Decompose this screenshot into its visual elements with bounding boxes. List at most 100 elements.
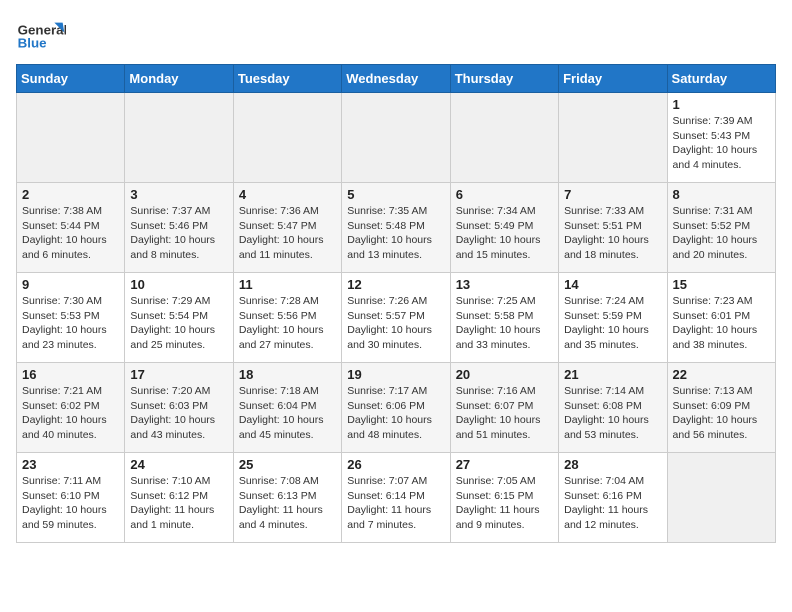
- day-info: Sunrise: 7:39 AM Sunset: 5:43 PM Dayligh…: [673, 114, 770, 173]
- day-number: 2: [22, 187, 119, 202]
- day-info: Sunrise: 7:30 AM Sunset: 5:53 PM Dayligh…: [22, 294, 119, 353]
- day-info: Sunrise: 7:14 AM Sunset: 6:08 PM Dayligh…: [564, 384, 661, 443]
- calendar-cell: 2 Sunrise: 7:38 AM Sunset: 5:44 PM Daylig…: [17, 183, 125, 273]
- day-number: 25: [239, 457, 336, 472]
- day-number: 9: [22, 277, 119, 292]
- day-number: 11: [239, 277, 336, 292]
- day-number: 4: [239, 187, 336, 202]
- day-number: 7: [564, 187, 661, 202]
- calendar-cell: 11 Sunrise: 7:28 AM Sunset: 5:56 PM Dayli…: [233, 273, 341, 363]
- day-info: Sunrise: 7:20 AM Sunset: 6:03 PM Dayligh…: [130, 384, 227, 443]
- calendar-cell: 7 Sunrise: 7:33 AM Sunset: 5:51 PM Daylig…: [559, 183, 667, 273]
- day-number: 17: [130, 367, 227, 382]
- svg-text:Blue: Blue: [18, 36, 47, 51]
- day-number: 10: [130, 277, 227, 292]
- calendar-cell: [342, 93, 450, 183]
- day-number: 14: [564, 277, 661, 292]
- calendar-cell: 9 Sunrise: 7:30 AM Sunset: 5:53 PM Daylig…: [17, 273, 125, 363]
- day-info: Sunrise: 7:05 AM Sunset: 6:15 PM Dayligh…: [456, 474, 553, 533]
- calendar-cell: 19 Sunrise: 7:17 AM Sunset: 6:06 PM Dayli…: [342, 363, 450, 453]
- calendar-body: 1 Sunrise: 7:39 AM Sunset: 5:43 PM Daylig…: [17, 93, 776, 543]
- weekday-header-friday: Friday: [559, 65, 667, 93]
- weekday-header-row: SundayMondayTuesdayWednesdayThursdayFrid…: [17, 65, 776, 93]
- calendar-week-4: 23 Sunrise: 7:11 AM Sunset: 6:10 PM Dayli…: [17, 453, 776, 543]
- weekday-header-saturday: Saturday: [667, 65, 775, 93]
- day-number: 1: [673, 97, 770, 112]
- calendar-header: SundayMondayTuesdayWednesdayThursdayFrid…: [17, 65, 776, 93]
- day-info: Sunrise: 7:21 AM Sunset: 6:02 PM Dayligh…: [22, 384, 119, 443]
- calendar-cell: 25 Sunrise: 7:08 AM Sunset: 6:13 PM Dayli…: [233, 453, 341, 543]
- day-number: 3: [130, 187, 227, 202]
- day-number: 8: [673, 187, 770, 202]
- day-number: 22: [673, 367, 770, 382]
- calendar-table: SundayMondayTuesdayWednesdayThursdayFrid…: [16, 64, 776, 543]
- calendar-cell: 20 Sunrise: 7:16 AM Sunset: 6:07 PM Dayli…: [450, 363, 558, 453]
- day-info: Sunrise: 7:33 AM Sunset: 5:51 PM Dayligh…: [564, 204, 661, 263]
- calendar-cell: 16 Sunrise: 7:21 AM Sunset: 6:02 PM Dayli…: [17, 363, 125, 453]
- day-info: Sunrise: 7:24 AM Sunset: 5:59 PM Dayligh…: [564, 294, 661, 353]
- calendar-cell: 4 Sunrise: 7:36 AM Sunset: 5:47 PM Daylig…: [233, 183, 341, 273]
- logo-svg: General Blue: [16, 16, 66, 56]
- day-info: Sunrise: 7:31 AM Sunset: 5:52 PM Dayligh…: [673, 204, 770, 263]
- day-number: 20: [456, 367, 553, 382]
- day-info: Sunrise: 7:08 AM Sunset: 6:13 PM Dayligh…: [239, 474, 336, 533]
- calendar-cell: [233, 93, 341, 183]
- day-info: Sunrise: 7:38 AM Sunset: 5:44 PM Dayligh…: [22, 204, 119, 263]
- day-info: Sunrise: 7:17 AM Sunset: 6:06 PM Dayligh…: [347, 384, 444, 443]
- calendar-cell: 14 Sunrise: 7:24 AM Sunset: 5:59 PM Dayli…: [559, 273, 667, 363]
- calendar-week-1: 2 Sunrise: 7:38 AM Sunset: 5:44 PM Daylig…: [17, 183, 776, 273]
- page-header: General Blue: [16, 16, 776, 56]
- day-number: 5: [347, 187, 444, 202]
- day-info: Sunrise: 7:13 AM Sunset: 6:09 PM Dayligh…: [673, 384, 770, 443]
- day-number: 19: [347, 367, 444, 382]
- day-info: Sunrise: 7:28 AM Sunset: 5:56 PM Dayligh…: [239, 294, 336, 353]
- day-number: 18: [239, 367, 336, 382]
- day-number: 21: [564, 367, 661, 382]
- calendar-cell: [559, 93, 667, 183]
- day-number: 26: [347, 457, 444, 472]
- day-info: Sunrise: 7:25 AM Sunset: 5:58 PM Dayligh…: [456, 294, 553, 353]
- calendar-cell: 18 Sunrise: 7:18 AM Sunset: 6:04 PM Dayli…: [233, 363, 341, 453]
- day-number: 6: [456, 187, 553, 202]
- calendar-week-0: 1 Sunrise: 7:39 AM Sunset: 5:43 PM Daylig…: [17, 93, 776, 183]
- calendar-cell: 10Sunrise: 7:29 AM Sunset: 5:54 PM Dayli…: [125, 273, 233, 363]
- day-info: Sunrise: 7:36 AM Sunset: 5:47 PM Dayligh…: [239, 204, 336, 263]
- calendar-cell: 28 Sunrise: 7:04 AM Sunset: 6:16 PM Dayli…: [559, 453, 667, 543]
- calendar-cell: [17, 93, 125, 183]
- calendar-cell: 24Sunrise: 7:10 AM Sunset: 6:12 PM Dayli…: [125, 453, 233, 543]
- day-info: Sunrise: 7:23 AM Sunset: 6:01 PM Dayligh…: [673, 294, 770, 353]
- weekday-header-wednesday: Wednesday: [342, 65, 450, 93]
- weekday-header-sunday: Sunday: [17, 65, 125, 93]
- calendar-cell: [667, 453, 775, 543]
- day-number: 12: [347, 277, 444, 292]
- calendar-cell: 1 Sunrise: 7:39 AM Sunset: 5:43 PM Daylig…: [667, 93, 775, 183]
- logo: General Blue: [16, 16, 66, 56]
- day-info: Sunrise: 7:35 AM Sunset: 5:48 PM Dayligh…: [347, 204, 444, 263]
- calendar-cell: 8 Sunrise: 7:31 AM Sunset: 5:52 PM Daylig…: [667, 183, 775, 273]
- calendar-cell: 12 Sunrise: 7:26 AM Sunset: 5:57 PM Dayli…: [342, 273, 450, 363]
- weekday-header-tuesday: Tuesday: [233, 65, 341, 93]
- day-number: 16: [22, 367, 119, 382]
- day-info: Sunrise: 7:18 AM Sunset: 6:04 PM Dayligh…: [239, 384, 336, 443]
- day-number: 23: [22, 457, 119, 472]
- day-number: 28: [564, 457, 661, 472]
- day-info: Sunrise: 7:07 AM Sunset: 6:14 PM Dayligh…: [347, 474, 444, 533]
- calendar-cell: 21 Sunrise: 7:14 AM Sunset: 6:08 PM Dayli…: [559, 363, 667, 453]
- calendar-cell: 13Sunrise: 7:25 AM Sunset: 5:58 PM Dayli…: [450, 273, 558, 363]
- day-info: Sunrise: 7:16 AM Sunset: 6:07 PM Dayligh…: [456, 384, 553, 443]
- calendar-cell: 3 Sunrise: 7:37 AM Sunset: 5:46 PM Daylig…: [125, 183, 233, 273]
- calendar-cell: 6 Sunrise: 7:34 AM Sunset: 5:49 PM Daylig…: [450, 183, 558, 273]
- calendar-cell: 23 Sunrise: 7:11 AM Sunset: 6:10 PM Dayli…: [17, 453, 125, 543]
- day-info: Sunrise: 7:37 AM Sunset: 5:46 PM Dayligh…: [130, 204, 227, 263]
- calendar-cell: [450, 93, 558, 183]
- calendar-week-2: 9 Sunrise: 7:30 AM Sunset: 5:53 PM Daylig…: [17, 273, 776, 363]
- day-number: 15: [673, 277, 770, 292]
- day-info: Sunrise: 7:26 AM Sunset: 5:57 PM Dayligh…: [347, 294, 444, 353]
- calendar-cell: [125, 93, 233, 183]
- weekday-header-thursday: Thursday: [450, 65, 558, 93]
- day-info: Sunrise: 7:11 AM Sunset: 6:10 PM Dayligh…: [22, 474, 119, 533]
- calendar-cell: 27Sunrise: 7:05 AM Sunset: 6:15 PM Dayli…: [450, 453, 558, 543]
- day-info: Sunrise: 7:34 AM Sunset: 5:49 PM Dayligh…: [456, 204, 553, 263]
- calendar-week-3: 16 Sunrise: 7:21 AM Sunset: 6:02 PM Dayli…: [17, 363, 776, 453]
- day-info: Sunrise: 7:04 AM Sunset: 6:16 PM Dayligh…: [564, 474, 661, 533]
